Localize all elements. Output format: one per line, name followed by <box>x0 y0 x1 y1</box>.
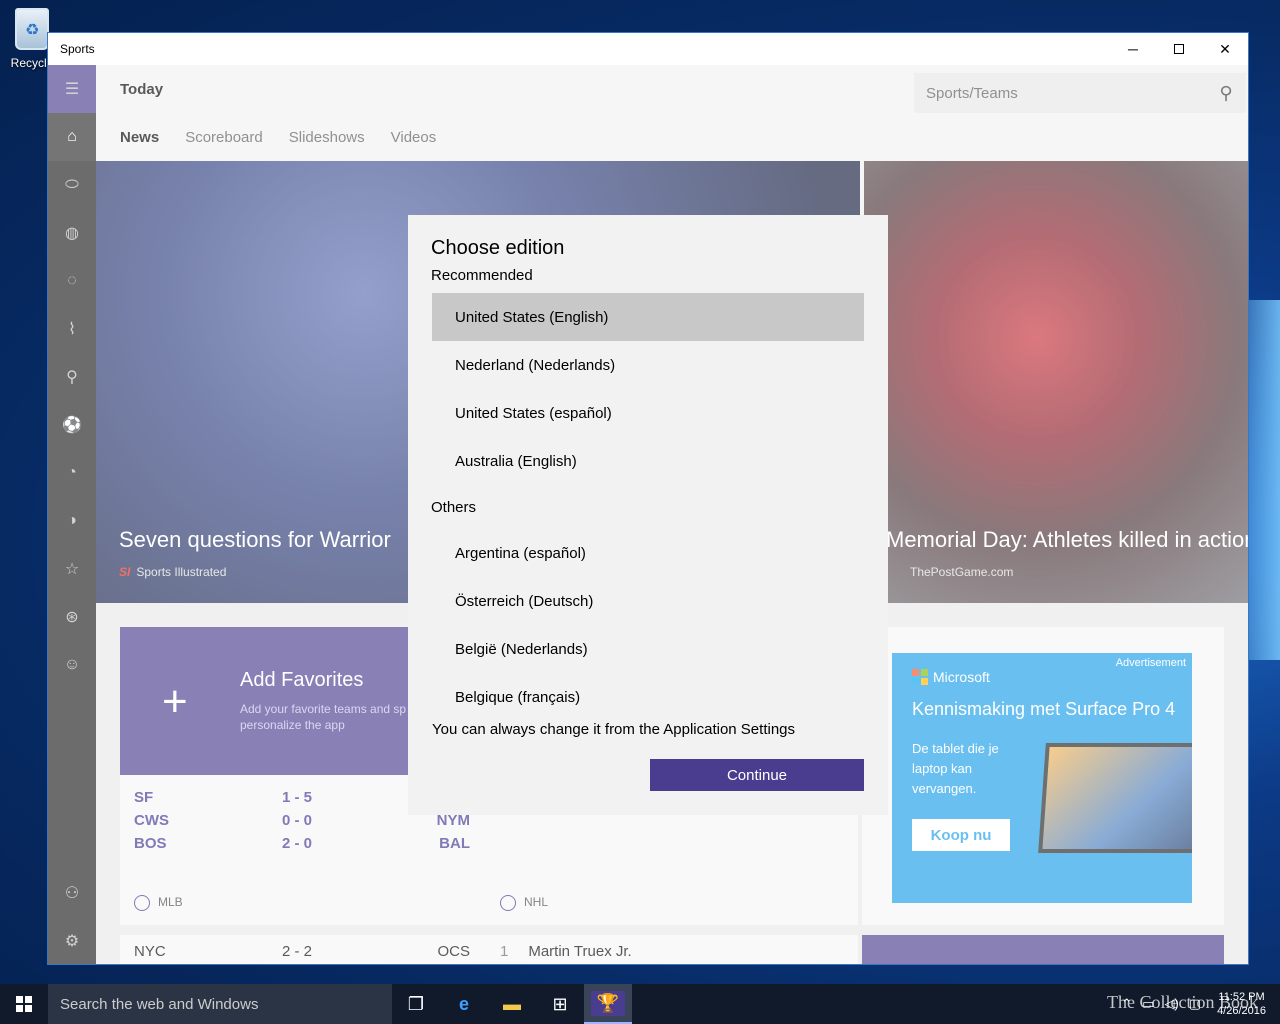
edge-icon: e <box>458 993 469 1014</box>
edition-option[interactable]: United States (English) <box>432 293 864 341</box>
minimize-icon: ─ <box>1128 41 1138 57</box>
edition-option[interactable]: Österreich (Deutsch) <box>432 577 864 625</box>
window-title: Sports <box>60 42 95 56</box>
choose-edition-dialog: Choose edition Recommended United States… <box>408 215 888 815</box>
close-button[interactable]: ✕ <box>1202 33 1248 65</box>
folder-icon: ▬ <box>503 993 521 1014</box>
edition-option[interactable]: Australia (English) <box>432 437 864 485</box>
trophy-icon: 🏆 <box>590 990 626 1016</box>
modal-overlay: Choose edition Recommended United States… <box>48 65 1248 964</box>
minimize-button[interactable]: ─ <box>1110 33 1156 65</box>
file-explorer-button[interactable]: ▬ <box>488 984 536 1024</box>
edition-option[interactable]: Nederland (Nederlands) <box>432 341 864 389</box>
store-icon: ⊞ <box>552 993 568 1014</box>
task-view-icon: ❐ <box>407 993 425 1014</box>
close-icon: ✕ <box>1219 40 1231 57</box>
store-button[interactable]: ⊞ <box>536 984 584 1024</box>
recycle-bin-icon <box>15 8 49 50</box>
start-button[interactable] <box>0 984 48 1024</box>
task-view-button[interactable]: ❐ <box>392 984 440 1024</box>
title-bar: Sports ─ ✕ <box>48 33 1248 65</box>
sports-app-window: Sports ─ ✕ ☰ ⌂ ⬭ ◍ ◌ ⌇ ⚲ ⚽ ◔ ◑ ☆ ⊛ ☺ ⚇ ⚙ <box>47 32 1249 965</box>
edition-option[interactable]: Belgique (français) <box>432 673 864 721</box>
windows-logo-icon <box>16 996 32 1012</box>
edition-option[interactable]: Argentina (español) <box>432 529 864 577</box>
edition-option[interactable]: United States (español) <box>432 389 864 437</box>
maximize-button[interactable] <box>1156 33 1202 65</box>
edition-option[interactable]: België (Nederlands) <box>432 625 864 673</box>
taskbar-search[interactable]: Search the web and Windows <box>48 984 392 1024</box>
dialog-title: Choose edition <box>431 237 565 259</box>
sports-app-button[interactable]: 🏆 <box>584 984 632 1024</box>
taskbar: Search the web and Windows ❐ e ▬ ⊞ 🏆 ⌃ ▭… <box>0 984 1280 1024</box>
watermark: The Collection Book <box>1107 992 1258 1012</box>
continue-button[interactable]: Continue <box>650 759 864 791</box>
others-heading: Others <box>431 499 477 516</box>
recommended-heading: Recommended <box>431 267 533 284</box>
edge-button[interactable]: e <box>440 984 488 1024</box>
settings-note: You can always change it from the Applic… <box>432 721 796 738</box>
maximize-icon <box>1174 44 1184 54</box>
